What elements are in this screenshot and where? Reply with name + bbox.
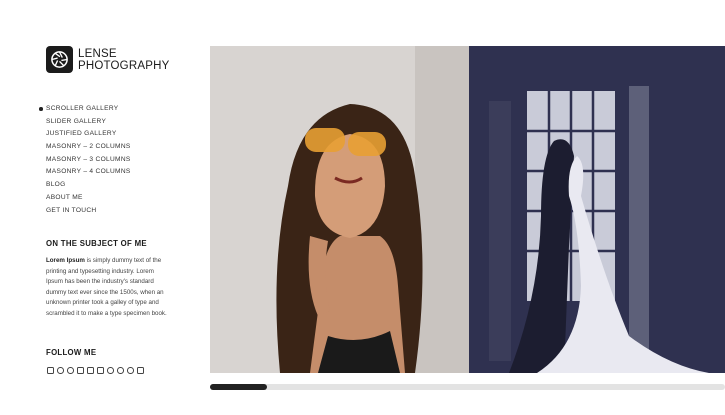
woman-sunglasses-photo[interactable]	[210, 46, 469, 373]
soundcloud-icon[interactable]	[137, 367, 144, 374]
menu-item-masonry-4[interactable]: MASONRY – 4 COLUMNS	[46, 167, 131, 180]
menu-item-masonry-3[interactable]: MASONRY – 3 COLUMNS	[46, 155, 131, 168]
menu-item-slider-gallery[interactable]: SLIDER GALLERY	[46, 117, 131, 130]
follow-heading: FOLLOW ME	[46, 348, 97, 357]
menu-item-justified-gallery[interactable]: JUSTIFIED GALLERY	[46, 129, 131, 142]
menu-item-scroller-gallery[interactable]: SCROLLER GALLERY	[39, 104, 131, 117]
wedding-couple-illustration	[469, 46, 725, 373]
menu-item-blog[interactable]: BLOG	[46, 180, 131, 193]
pinterest-icon[interactable]	[67, 367, 74, 374]
scroller-gallery[interactable]	[210, 46, 725, 373]
woman-sunglasses-illustration	[210, 46, 469, 373]
about-text-body: is simply dummy text of the printing and…	[46, 257, 167, 317]
menu-item-get-in-touch[interactable]: GET IN TOUCH	[46, 206, 131, 219]
tumblr-icon[interactable]	[97, 367, 104, 374]
site-logo[interactable]: LENSE PHOTOGRAPHY	[46, 46, 169, 73]
logo-line-2: PHOTOGRAPHY	[78, 59, 170, 72]
foursquare-icon[interactable]	[127, 367, 134, 374]
about-text-bold: Lorem Ipsum	[46, 257, 85, 264]
menu-item-masonry-2[interactable]: MASONRY – 2 COLUMNS	[46, 142, 131, 155]
instagram-icon[interactable]	[47, 367, 54, 374]
main-menu: SCROLLER GALLERY SLIDER GALLERY JUSTIFIE…	[39, 104, 131, 219]
logo-line-1: LENSE	[78, 47, 117, 60]
wedding-couple-window-photo[interactable]	[469, 46, 725, 373]
vimeo-icon[interactable]	[87, 367, 94, 374]
sidebar: LENSE PHOTOGRAPHY SCROLLER GALLERY SLIDE…	[0, 0, 210, 415]
scrollbar-thumb[interactable]	[210, 384, 267, 390]
wordpress-icon[interactable]	[117, 367, 124, 374]
about-text: Lorem Ipsum is simply dummy text of the …	[46, 256, 168, 320]
flickr-icon[interactable]	[107, 367, 114, 374]
social-links	[47, 367, 144, 374]
youtube-icon[interactable]	[77, 367, 84, 374]
medium-icon[interactable]	[57, 367, 64, 374]
logo-text: LENSE PHOTOGRAPHY	[78, 48, 169, 72]
menu-item-about-me[interactable]: ABOUT ME	[46, 193, 131, 206]
about-heading: ON THE SUBJECT OF ME	[46, 239, 147, 248]
gallery-scrollbar[interactable]	[210, 384, 725, 390]
camera-aperture-icon	[46, 46, 73, 73]
